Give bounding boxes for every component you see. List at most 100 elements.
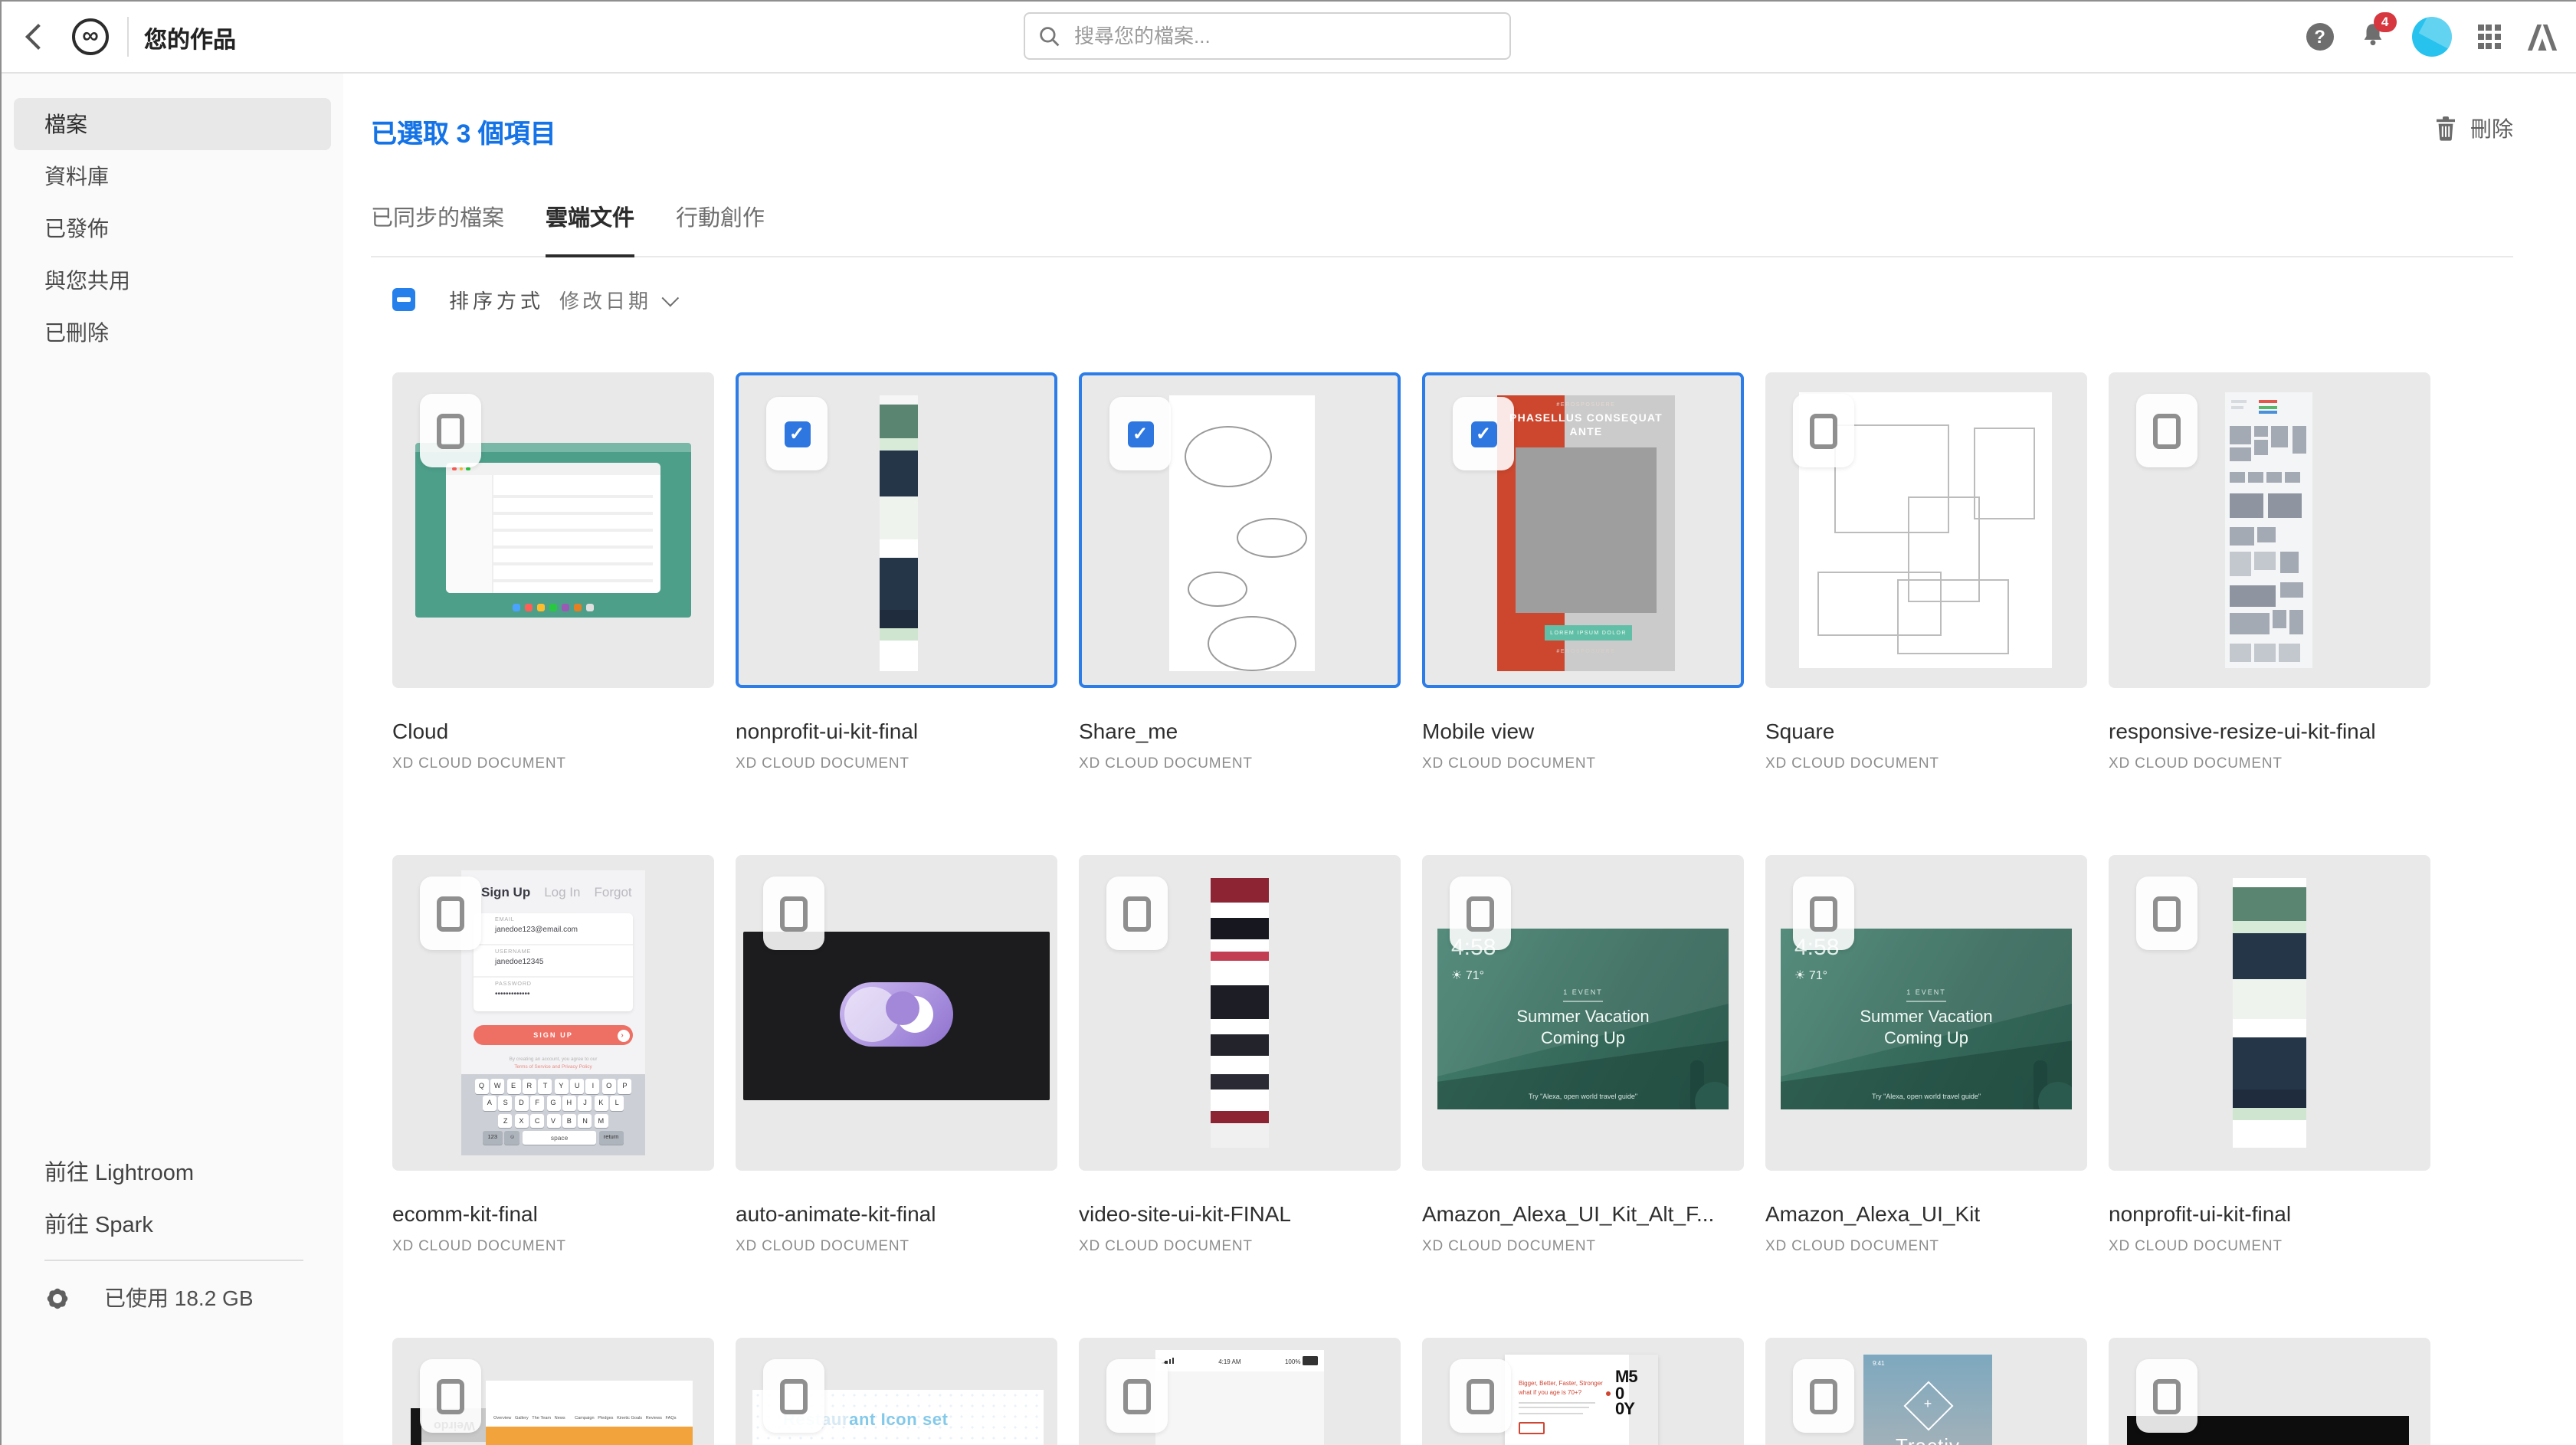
search-input[interactable] <box>1071 23 1496 49</box>
file-card-cloud[interactable] <box>392 372 714 688</box>
apps-grid-icon[interactable] <box>2477 25 2501 49</box>
select-all-checkbox-indeterminate[interactable] <box>392 288 415 311</box>
checkbox-unchecked-icon <box>1123 1378 1151 1414</box>
link-go-to-spark[interactable]: 前往 Spark <box>44 1207 153 1240</box>
file-type-label: XD CLOUD DOCUMENT <box>392 1238 566 1255</box>
avatar[interactable] <box>2411 17 2452 57</box>
card-checkbox-chip[interactable] <box>1453 397 1514 470</box>
file-cell: #EROSPOSUERE PHASELLUS CONSEQUAT ANTE LO… <box>1422 372 1744 772</box>
file-type-label: XD CLOUD DOCUMENT <box>1422 1238 1596 1255</box>
card-checkbox-chip[interactable] <box>1450 877 1511 950</box>
file-card-ecomm-kit[interactable]: Sign Up Log In Forgot EMAIL janedoe123@emai… <box>392 855 714 1171</box>
sort-value-label: 修改日期 <box>559 290 652 313</box>
file-card-alexa-kit[interactable]: 4:58 ☀ 71° 1 EVENT Summer Vacation Comin… <box>1765 855 2087 1171</box>
page-title: 您的作品 <box>144 28 237 54</box>
file-cell: 4:58 ☀ 71° 1 EVENT Summer Vacation Comin… <box>1765 855 2087 1255</box>
card-checkbox-chip[interactable] <box>1106 877 1168 950</box>
card-checkbox-chip[interactable] <box>420 1359 481 1433</box>
card-checkbox-chip[interactable] <box>2136 394 2197 467</box>
checkbox-checked-icon <box>1127 421 1153 447</box>
thumbnail-wireframe-strip <box>2225 392 2312 668</box>
checkbox-unchecked-icon <box>1467 896 1494 931</box>
file-cell: Sign Up Log In Forgot EMAIL janedoe123@emai… <box>392 855 714 1255</box>
checkbox-unchecked-icon <box>1467 1378 1494 1414</box>
tab-mobile-creations[interactable]: 行動創作 <box>676 182 765 256</box>
card-checkbox-chip[interactable] <box>420 877 481 950</box>
file-card-mobile-view[interactable]: #EROSPOSUERE PHASELLUS CONSEQUAT ANTE LO… <box>1422 372 1744 688</box>
storage-row: 已使用 18.2 GB <box>44 1283 254 1313</box>
link-go-to-lightroom[interactable]: 前往 Lightroom <box>44 1155 194 1188</box>
file-cell: nonprofit-ui-kit-final XD CLOUD DOCUMENT <box>736 372 1057 772</box>
card-checkbox-chip[interactable] <box>763 877 824 950</box>
card-checkbox-chip[interactable] <box>1793 394 1854 467</box>
card-checkbox-chip[interactable] <box>766 397 828 470</box>
checkbox-unchecked-icon <box>1810 896 1837 931</box>
file-card-square[interactable] <box>1765 372 2087 688</box>
back-chevron-icon[interactable] <box>25 24 51 50</box>
gear-icon[interactable] <box>44 1285 70 1311</box>
file-cell: auto-animate-kit-final XD CLOUD DOCUMENT <box>736 855 1057 1255</box>
notifications-bell-icon[interactable]: 4 <box>2360 11 2397 53</box>
card-checkbox-chip[interactable] <box>1106 1359 1168 1433</box>
sidebar-item-libraries[interactable]: 資料庫 <box>14 150 331 202</box>
signup-button: SIGN UP › <box>474 1025 633 1045</box>
file-card-auto-animate-kit[interactable] <box>736 855 1057 1171</box>
checkbox-checked-icon <box>784 421 810 447</box>
file-cell: Share_me XD CLOUD DOCUMENT <box>1079 372 1401 772</box>
delete-button[interactable]: 刪除 <box>2435 113 2513 144</box>
file-card-share-me[interactable] <box>1079 372 1401 688</box>
file-title: Amazon_Alexa_UI_Kit_Alt_F... <box>1422 1201 1715 1226</box>
file-title: Amazon_Alexa_UI_Kit <box>1765 1201 1981 1226</box>
thumbnail-nonprofit-strip <box>880 395 918 671</box>
file-card-nonprofit-kit-2[interactable] <box>2109 855 2430 1171</box>
card-checkbox-chip[interactable] <box>1450 1359 1511 1433</box>
thumbnail-video-site-strip <box>1211 878 1269 1148</box>
adobe-logo[interactable] <box>2527 24 2558 50</box>
poster-hashtag-bottom: #EROSPOSUERE <box>1556 648 1616 654</box>
card-checkbox-chip[interactable] <box>420 394 481 467</box>
checkbox-unchecked-icon <box>780 1378 808 1414</box>
topbar-divider <box>127 17 129 57</box>
checkbox-unchecked-icon <box>2153 896 2181 931</box>
file-card-restaurant-icon-set[interactable]: Restaurant Icon set <box>736 1338 1057 1445</box>
file-card-responsive-resize-kit[interactable] <box>2109 372 2430 688</box>
search-box[interactable] <box>1024 12 1511 60</box>
file-title: nonprofit-ui-kit-final <box>2109 1201 2292 1226</box>
card-checkbox-chip[interactable] <box>2136 1359 2197 1433</box>
sort-row: 排序方式 修改日期 <box>392 285 680 314</box>
card-checkbox-chip[interactable] <box>2136 877 2197 950</box>
tab-synced-files[interactable]: 已同步的檔案 <box>371 182 504 256</box>
file-cell: 9:41 + Tractiv <box>1765 1338 2087 1445</box>
sidebar-item-shared-with-you[interactable]: 與您共用 <box>14 254 331 306</box>
card-checkbox-chip[interactable] <box>1793 877 1854 950</box>
storage-used-label: 已使用 18.2 GB <box>104 1286 254 1310</box>
checkbox-checked-icon <box>1470 421 1496 447</box>
card-checkbox-chip[interactable] <box>1109 397 1171 470</box>
sidebar-footer-divider <box>44 1260 303 1261</box>
file-card-mobile-blank[interactable]: 4:19 AM 100% <box>1079 1338 1401 1445</box>
keyboard: QWERTYUIOP ASDFGHJKL ZXCVBNM 123 ☺ space… <box>461 1074 645 1155</box>
file-card-nonprofit-kit[interactable] <box>736 372 1057 688</box>
card-checkbox-chip[interactable] <box>763 1359 824 1433</box>
file-title: Square <box>1765 719 1835 743</box>
file-card-video-site-kit[interactable] <box>1079 855 1401 1171</box>
card-checkbox-chip[interactable] <box>1793 1359 1854 1433</box>
file-card-tractiv[interactable]: 9:41 + Tractiv <box>1765 1338 2087 1445</box>
sidebar-item-published[interactable]: 已發佈 <box>14 202 331 254</box>
status-time: 4:19 AM <box>1218 1357 1241 1365</box>
main-content: 已選取 3 個項目 刪除 已同步的檔案 雲端文件 行動創作 排序方式 修改日期 <box>343 72 2576 1445</box>
poster-button: LOREM IPSUM DOLOR <box>1545 625 1632 641</box>
file-card-dark-document[interactable] <box>2109 1338 2430 1445</box>
battery-percent: 100% <box>1284 1357 1301 1365</box>
sort-value-dropdown[interactable]: 修改日期 <box>559 285 680 314</box>
tab-cloud-documents[interactable]: 雲端文件 <box>546 182 634 257</box>
help-icon[interactable]: ? <box>2306 23 2334 51</box>
file-card-weirdo-site[interactable]: Weirdo Overview Gallery The Team News Ca… <box>392 1338 714 1445</box>
sidebar: 檔案 資料庫 已發佈 與您共用 已刪除 前往 Lightroom 前往 Spar… <box>2 72 343 1445</box>
checkbox-unchecked-icon <box>780 896 808 931</box>
sidebar-item-deleted[interactable]: 已刪除 <box>14 306 331 359</box>
file-card-alexa-kit-alt[interactable]: 4:58 ☀ 71° 1 EVENT Summer Vacation Comin… <box>1422 855 1744 1171</box>
sidebar-item-files[interactable]: 檔案 <box>14 98 331 150</box>
thumbnail-cloud-desktop <box>415 443 691 618</box>
file-card-msology-poster[interactable]: M5 0 0Y Bigger, Better, Faster, Stronger wh… <box>1422 1338 1744 1445</box>
